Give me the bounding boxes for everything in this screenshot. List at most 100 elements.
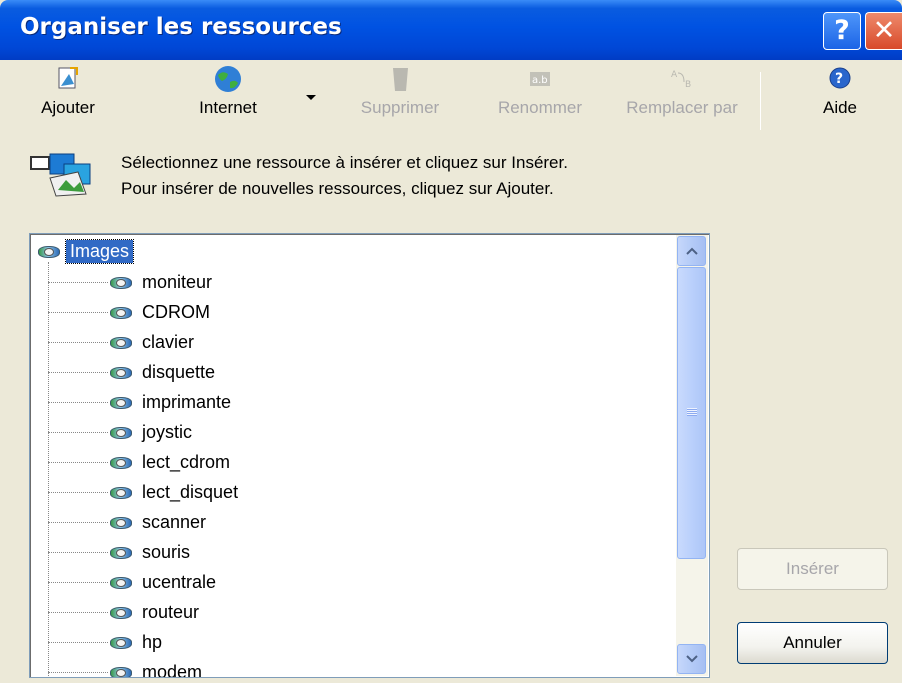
help-icon: ? [824,64,856,94]
rename-button[interactable]: a.b Renommer [485,64,595,130]
image-node-icon [110,516,132,529]
help-title-button[interactable]: ? [823,12,861,50]
tree-item-label: moniteur [142,271,213,292]
image-node-icon [110,606,132,619]
tree-connector [48,521,108,523]
image-node-icon [110,366,132,379]
replace-icon: A B [666,64,698,94]
help-button-label: Aide [822,98,858,117]
svg-text:A: A [671,70,678,80]
tree-item[interactable]: modem [48,657,203,678]
add-button[interactable]: Ajouter [18,64,118,130]
resources-icon [28,150,92,198]
rename-button-label: Renommer [497,98,583,117]
tree-item[interactable]: ucentrale [48,567,216,597]
internet-button-label: Internet [199,98,257,117]
svg-text:B: B [685,80,691,90]
tree-item[interactable]: CDROM [48,297,210,327]
image-node-icon [38,245,60,258]
tree-item-label: imprimante [142,391,232,412]
image-node-icon [110,336,132,349]
tree-connector [48,401,108,403]
internet-dropdown-arrow-icon[interactable] [306,95,316,100]
tree-item-label: lect_disquet [142,481,239,502]
tree-connector [48,551,108,553]
tree-item[interactable]: scanner [48,507,206,537]
tree-connector [48,611,108,613]
tree-item[interactable]: lect_cdrom [48,447,230,477]
title-bar: Organiser les ressources ? ✕ [0,0,902,60]
rename-icon: a.b [524,64,556,94]
tree-connector [48,491,108,493]
tree-item-label: joystic [142,421,193,442]
tree-item-label: routeur [142,601,200,622]
add-resource-icon [52,64,84,94]
delete-button-label: Supprimer [360,98,440,117]
tree-item-label: lect_cdrom [142,451,231,472]
resource-tree[interactable]: Images moniteur CDROM clavier disquette impr… [29,233,710,678]
delete-icon [384,64,416,94]
replace-button[interactable]: A B Remplacer par [613,64,751,130]
tree-item[interactable]: moniteur [48,267,212,297]
tree-item-label: modem [142,661,203,678]
scroll-thumb[interactable] [677,267,706,559]
tree-connector [48,281,108,283]
tree-root-label[interactable]: Images [64,238,135,264]
tree-connector [48,371,108,373]
tree-connector [48,671,108,673]
tree-item-label: hp [142,631,163,652]
tree-connector [48,461,108,463]
image-node-icon [110,276,132,289]
tree-item[interactable]: joystic [48,417,192,447]
tree-item[interactable]: clavier [48,327,194,357]
image-node-icon [110,486,132,499]
tree-item[interactable]: hp [48,627,162,657]
instructions: Sélectionnez une ressource à insérer et … [121,150,568,202]
scroll-down-button[interactable] [677,644,706,674]
tree-connector [48,641,108,643]
tree-item-label: souris [142,541,191,562]
tree-item[interactable]: routeur [48,597,199,627]
image-node-icon [110,636,132,649]
tree-root[interactable]: Images [38,238,135,264]
tree-item-label: clavier [142,331,195,352]
tree-connector [48,431,108,433]
image-node-icon [110,306,132,319]
tree-item-label: scanner [142,511,207,532]
tree-item[interactable]: imprimante [48,387,231,417]
image-node-icon [110,666,132,677]
globe-icon [212,64,244,94]
delete-button[interactable]: Supprimer [345,64,455,130]
image-node-icon [110,456,132,469]
instructions-line-1: Sélectionnez une ressource à insérer et … [121,153,568,172]
replace-button-label: Remplacer par [626,98,738,117]
tree-item[interactable]: disquette [48,357,215,387]
tree-item[interactable]: souris [48,537,190,567]
scroll-grip [687,408,697,416]
image-node-icon [110,546,132,559]
add-button-label: Ajouter [41,98,95,117]
vertical-scrollbar[interactable] [676,235,708,676]
window-title: Organiser les ressources [20,14,342,40]
tree-item-label: disquette [142,361,216,382]
close-button[interactable]: ✕ [865,12,902,50]
cancel-button[interactable]: Annuler [737,622,888,664]
chevron-down-icon [685,655,698,663]
svg-text:a.b: a.b [532,75,548,86]
tree-connector [48,341,108,343]
tree-item[interactable]: lect_disquet [48,477,238,507]
help-button[interactable]: ? Aide [800,64,880,130]
tree-item-label: CDROM [142,301,210,322]
tree-connector [48,581,108,583]
internet-button[interactable]: Internet [178,64,278,130]
scroll-up-button[interactable] [677,236,706,266]
chevron-up-icon [685,247,698,255]
tree-connector [48,311,108,313]
insert-button[interactable]: Insérer [737,548,888,590]
image-node-icon [110,396,132,409]
image-node-icon [110,576,132,589]
toolbar-separator [760,72,761,130]
toolbar: Ajouter Internet Supprimer a.b Renommer [0,60,902,138]
svg-text:?: ? [835,71,843,87]
tree-item-label: ucentrale [142,571,217,592]
